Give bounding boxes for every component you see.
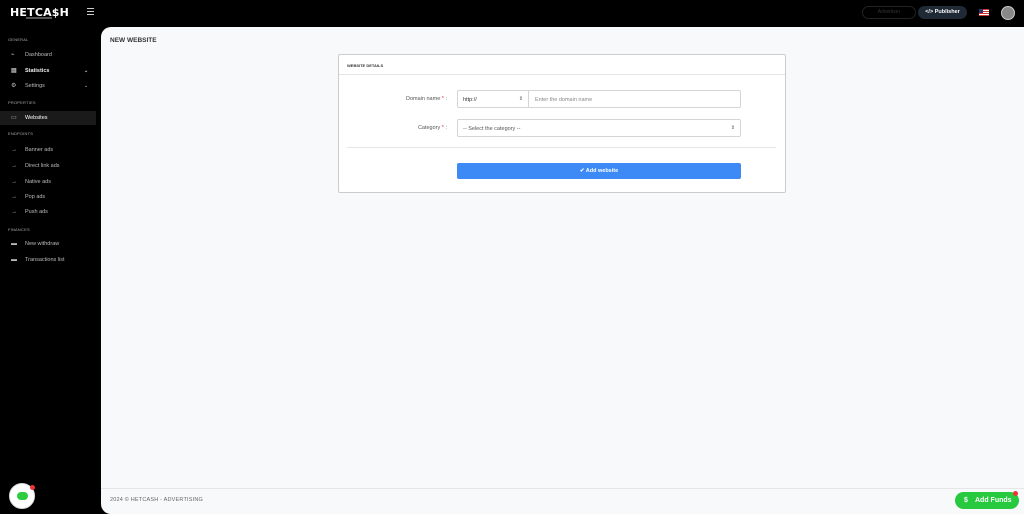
sidebar-item-label: Dashboard <box>25 52 52 58</box>
wallet-icon: ▬ <box>11 241 17 247</box>
add-website-button[interactable]: ✔ Add website <box>457 163 741 179</box>
dashboard-icon: ⌁ <box>11 52 15 58</box>
advertiser-mode-button[interactable]: Advertiser <box>862 6 916 19</box>
check-icon: ✔ <box>579 168 585 174</box>
publisher-mode-button[interactable]: </> Publisher <box>918 6 967 19</box>
sidebar-item-statistics[interactable]: ▤ Statistics ⌄ <box>0 64 96 78</box>
sidebar-item-push-ads[interactable]: → Push ads <box>0 205 96 219</box>
arrow-right-icon: → <box>11 147 17 153</box>
domain-label-text: Domain name <box>406 96 441 102</box>
sidebar-item-label: Transactions list <box>25 257 65 263</box>
protocol-value: http:// <box>463 97 477 103</box>
website-details-card: WEBSITE DETAILS Domain name * : http:// … <box>338 54 786 193</box>
sidebar-item-banner-ads[interactable]: → Banner ads <box>0 143 96 157</box>
main-content: NEW WEBSITE WEBSITE DETAILS Domain name … <box>101 27 1024 514</box>
brand-tagline-mark <box>26 17 52 19</box>
select-arrows-icon: ⇕ <box>730 125 735 131</box>
category-select[interactable]: -- Select the category -- ⇕ <box>457 119 741 137</box>
protocol-select[interactable]: http:// ⇕ <box>457 90 529 108</box>
window-icon: ▭ <box>11 115 17 121</box>
gear-icon: ⚙ <box>11 83 17 89</box>
arrow-right-icon: → <box>11 194 17 200</box>
domain-placeholder: Enter the domain name <box>535 97 593 103</box>
sidebar-item-label: Push ads <box>25 209 48 215</box>
divider <box>347 147 776 148</box>
top-bar: HETCA$H Advertiser </> Publisher <box>0 0 1024 27</box>
add-funds-button[interactable]: $ Add Funds <box>955 491 1019 509</box>
sidebar-item-new-withdraw[interactable]: ▬ New withdraw <box>0 237 96 251</box>
chat-button[interactable] <box>9 483 35 509</box>
card-title: WEBSITE DETAILS <box>347 63 384 68</box>
footer-text: 2024 © HETCASH - ADVERTISING <box>110 497 203 503</box>
domain-label: Domain name * : <box>406 96 447 102</box>
sidebar-item-label: Websites <box>25 115 48 121</box>
card-icon: ▬ <box>11 257 17 263</box>
chat-icon <box>17 492 28 500</box>
us-flag-icon[interactable] <box>979 9 989 16</box>
sidebar-item-direct-link-ads[interactable]: → Direct link ads <box>0 159 96 173</box>
add-funds-label: Add Funds <box>975 497 1012 504</box>
sidebar-item-label: Statistics <box>25 68 50 74</box>
notification-dot <box>30 485 35 490</box>
sidebar: GENERAL ⌁ Dashboard ▤ Statistics ⌄ ⚙ Set… <box>0 27 100 514</box>
arrow-right-icon: → <box>11 163 17 169</box>
chevron-down-icon: ⌄ <box>84 68 89 74</box>
publisher-label: Publisher <box>934 9 960 15</box>
chart-icon: ▤ <box>11 68 17 74</box>
required-mark: * <box>441 125 444 131</box>
required-mark: * <box>441 96 444 102</box>
sidebar-item-label: Pop ads <box>25 194 46 200</box>
chevron-down-icon: ⌄ <box>84 83 89 89</box>
category-label-text: Category <box>417 125 441 131</box>
sidebar-item-label: Native ads <box>25 179 51 185</box>
arrow-right-icon: → <box>11 209 17 215</box>
sidebar-item-websites[interactable]: ▭ Websites <box>0 111 96 125</box>
notification-dot <box>1013 491 1018 496</box>
sidebar-item-settings[interactable]: ⚙ Settings ⌄ <box>0 79 96 93</box>
footer-divider <box>101 488 1024 489</box>
user-avatar[interactable] <box>1001 6 1015 20</box>
sidebar-item-dashboard[interactable]: ⌁ Dashboard <box>0 48 96 62</box>
category-value: -- Select the category -- <box>463 126 521 132</box>
sidebar-item-label: New withdraw <box>25 241 60 247</box>
category-label: Category * : <box>417 125 447 131</box>
sidebar-item-label: Direct link ads <box>25 163 60 169</box>
sidebar-item-native-ads[interactable]: → Native ads <box>0 175 96 189</box>
card-header: WEBSITE DETAILS <box>339 55 785 75</box>
add-website-label: Add website <box>585 168 619 174</box>
section-endpoints: ENDPOINTS <box>8 131 34 136</box>
select-arrows-icon: ⇕ <box>518 96 523 102</box>
sidebar-item-pop-ads[interactable]: → Pop ads <box>0 190 96 204</box>
menu-toggle-icon[interactable] <box>87 8 94 15</box>
sidebar-item-label: Banner ads <box>25 147 54 153</box>
dollar-icon: $ <box>964 497 968 504</box>
section-properties: PROPERTIES <box>8 100 36 105</box>
sidebar-item-transactions[interactable]: ▬ Transactions list <box>0 253 96 267</box>
arrow-right-icon: → <box>11 179 17 185</box>
section-general: GENERAL <box>8 37 29 42</box>
sidebar-item-label: Settings <box>25 83 45 89</box>
domain-input[interactable]: Enter the domain name <box>528 90 741 108</box>
section-finances: FINANCES <box>8 227 30 232</box>
page-title: NEW WEBSITE <box>110 37 157 44</box>
